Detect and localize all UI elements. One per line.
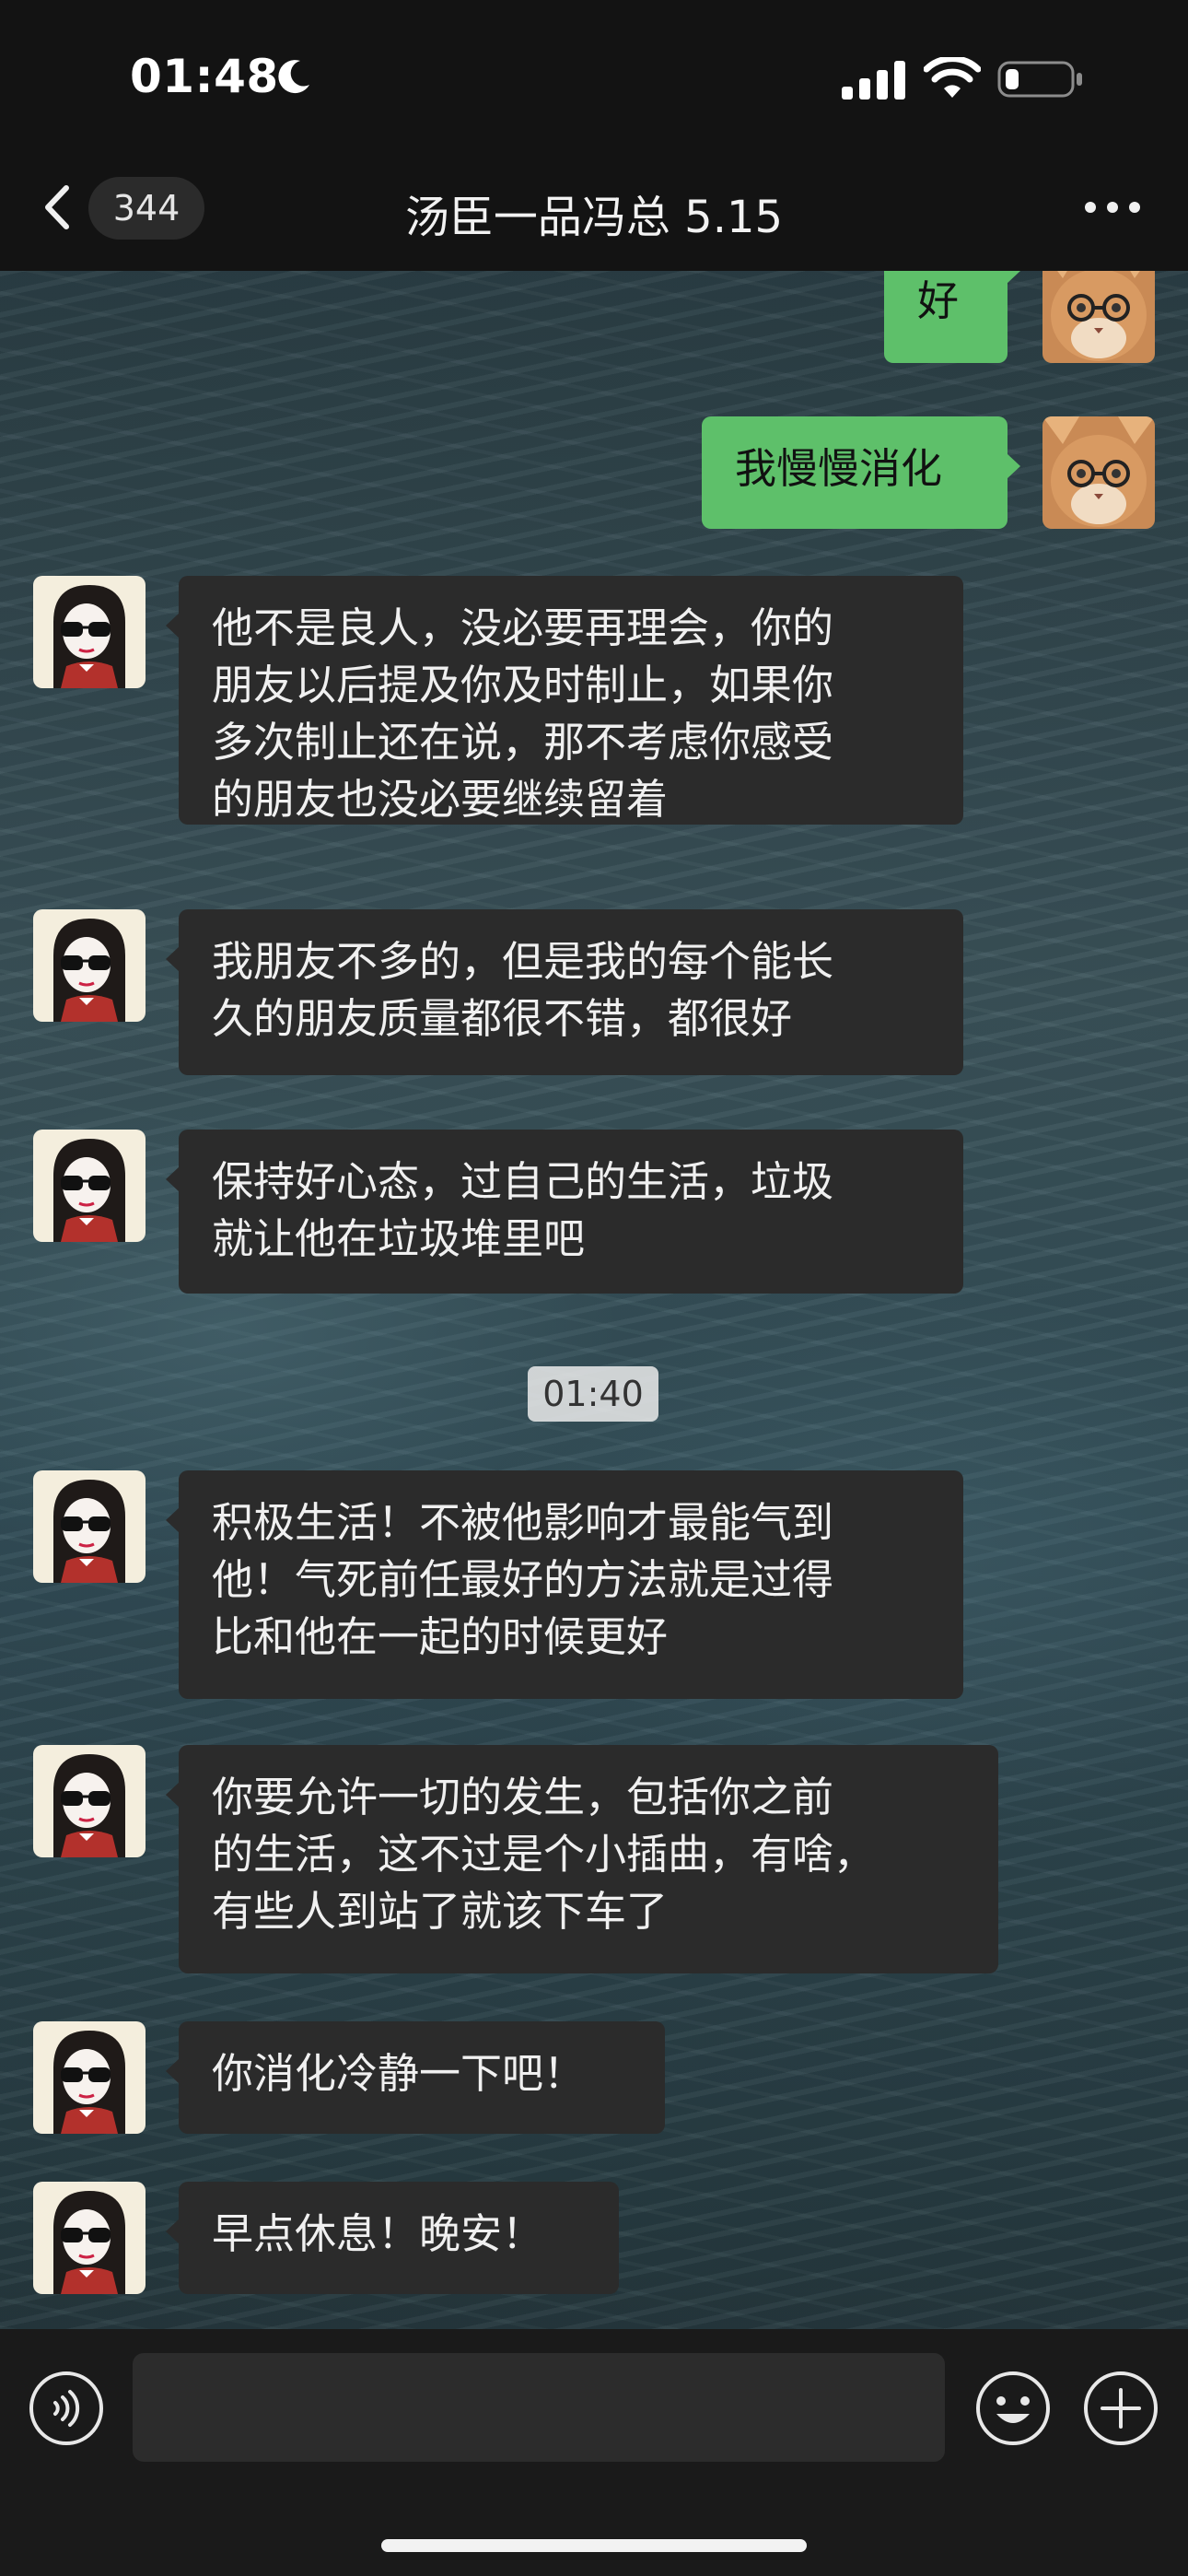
avatar-contact[interactable] <box>33 1130 146 1242</box>
girl-avatar-icon <box>33 1130 146 1242</box>
girl-avatar-icon <box>33 2021 146 2134</box>
girl-avatar-icon <box>33 1470 146 1583</box>
message-bubble-incoming[interactable]: 你消化冷静一下吧！ <box>166 2021 665 2134</box>
battery-icon <box>997 61 1082 98</box>
top-bar: 01:48 344 汤臣一品冯总 5.15 <box>0 0 1188 271</box>
emoji-icon[interactable] <box>974 2370 1052 2447</box>
timestamp-label: 01:40 <box>528 1366 658 1422</box>
avatar-contact[interactable] <box>33 2021 146 2134</box>
message-input[interactable] <box>133 2353 945 2462</box>
avatar-me[interactable] <box>1042 416 1155 529</box>
avatar-contact[interactable] <box>33 1745 146 1857</box>
girl-avatar-icon <box>33 576 146 688</box>
signal-icon <box>842 61 905 100</box>
more-dots-icon[interactable] <box>1079 189 1146 226</box>
avatar-contact[interactable] <box>33 1470 146 1583</box>
chevron-left-icon[interactable] <box>35 175 81 240</box>
message-bubble-incoming[interactable]: 我朋友不多的，但是我的每个能长 久的朋友质量都很不错，都很好 <box>166 909 963 1075</box>
voice-icon[interactable] <box>28 2370 105 2447</box>
message-bubble-incoming[interactable]: 你要允许一切的发生，包括你之前 的生活，这不过是个小插曲，有啥， 有些人到站了就… <box>166 1745 998 1973</box>
chat-area[interactable]: 好 我慢慢消化 他不是良人，没必要再理会，你的 朋友以后提及你及时制止，如果你 … <box>0 271 1188 2329</box>
girl-avatar-icon <box>33 1745 146 1857</box>
chat-title: 汤臣一品冯总 5.15 <box>404 192 784 243</box>
message-bubble-incoming[interactable]: 积极生活！不被他影响才最能气到 他！气死前任最好的方法就是过得 比和他在一起的时… <box>166 1470 963 1699</box>
home-indicator[interactable] <box>381 2539 807 2552</box>
unread-count-badge[interactable]: 344 <box>88 177 204 240</box>
avatar-me[interactable] <box>1042 271 1155 363</box>
message-bubble-incoming[interactable]: 保持好心态，过自己的生活，垃圾 就让他在垃圾堆里吧 <box>166 1130 963 1294</box>
avatar-contact[interactable] <box>33 576 146 688</box>
message-bubble-outgoing[interactable]: 我慢慢消化 <box>702 416 1020 529</box>
status-time: 01:48 <box>130 50 279 103</box>
message-bubble-incoming[interactable]: 他不是良人，没必要再理会，你的 朋友以后提及你及时制止，如果你 多次制止还在说，… <box>166 576 963 825</box>
cat-avatar-icon <box>1042 271 1155 363</box>
cat-avatar-icon <box>1042 416 1155 529</box>
girl-avatar-icon <box>33 909 146 1022</box>
message-bubble-outgoing[interactable]: 好 <box>884 271 1020 363</box>
avatar-contact[interactable] <box>33 2182 146 2294</box>
avatar-contact[interactable] <box>33 909 146 1022</box>
moon-icon <box>278 60 309 94</box>
wifi-icon <box>924 57 981 98</box>
plus-icon[interactable] <box>1082 2370 1159 2447</box>
message-bubble-incoming[interactable]: 早点休息！晚安！ <box>166 2182 619 2294</box>
girl-avatar-icon <box>33 2182 146 2294</box>
